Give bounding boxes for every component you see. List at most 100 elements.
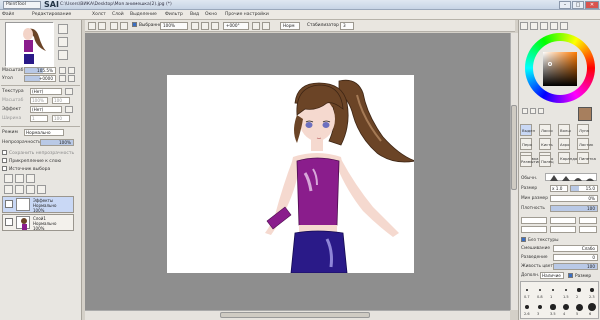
saturation-value-square[interactable] <box>543 52 577 86</box>
brush-size-preset[interactable] <box>590 288 594 292</box>
new-layer-icon[interactable] <box>4 174 13 183</box>
merge-down-icon[interactable] <box>15 185 24 194</box>
detail-select[interactable]: Наличие <box>540 272 564 279</box>
preserve-opacity-checkbox[interactable]: Сохранить непрозрачность <box>2 150 74 156</box>
swap-colors-icon[interactable] <box>522 108 528 114</box>
nav-zoom-out-icon[interactable] <box>58 37 68 47</box>
persistence-slider[interactable]: 100 <box>553 263 598 270</box>
canvas-paper[interactable] <box>167 75 417 274</box>
layer-visibility-icon[interactable] <box>5 200 13 208</box>
selection-source-check-icon[interactable] <box>2 166 7 171</box>
clipping-group-checkbox[interactable]: Прикрепление к слою <box>2 158 61 164</box>
color-picker-cursor[interactable] <box>548 62 552 66</box>
color-wheel-toggle-icon[interactable] <box>520 22 528 30</box>
copy-layer-icon[interactable] <box>4 185 13 194</box>
zoom-out-icon[interactable] <box>191 22 199 30</box>
new-folder-icon[interactable] <box>26 174 35 183</box>
rotate-left-icon[interactable] <box>252 22 260 30</box>
texture-select[interactable]: (Нет) <box>30 88 62 95</box>
rgb-slider-toggle-icon[interactable] <box>530 22 538 30</box>
maximize-button[interactable]: □ <box>572 1 584 9</box>
edge-check-icon[interactable] <box>521 237 526 242</box>
brush-texture-strength-2[interactable] <box>579 226 597 233</box>
vertical-scroll-thumb[interactable] <box>511 105 517 190</box>
brush-size-preset[interactable] <box>563 304 569 310</box>
new-linework-layer-icon[interactable] <box>15 174 24 183</box>
zoom-select[interactable]: 100% <box>160 22 188 30</box>
effect-dropdown-icon[interactable] <box>65 106 73 113</box>
brush-shape-select[interactable] <box>521 217 547 224</box>
brush-size-preset[interactable] <box>524 304 530 310</box>
nav-zoom-minus-icon[interactable] <box>59 67 66 74</box>
brush-size-preset[interactable] <box>577 288 581 292</box>
texture-dropdown-icon[interactable] <box>65 88 73 95</box>
zoom-reset-icon[interactable] <box>211 22 219 30</box>
blending-slider[interactable]: Слабо <box>553 245 598 252</box>
pencil-tool[interactable]: Карандаш <box>558 152 581 164</box>
canvas-drawing[interactable] <box>167 75 417 274</box>
edge-checkbox[interactable]: Без текстуры <box>521 237 559 243</box>
menu-edit[interactable]: Редактирование <box>32 12 71 17</box>
invert-selection-icon[interactable] <box>120 22 128 30</box>
effect-width-field[interactable]: 1 <box>30 115 48 122</box>
swatches-toggle-icon[interactable] <box>550 22 558 30</box>
zoom-tool[interactable]: Лупа <box>577 124 589 136</box>
eraser-tool[interactable]: Ластик <box>577 138 593 150</box>
deselect-icon[interactable] <box>110 22 118 30</box>
nav-zoom-plus-icon[interactable] <box>68 67 75 74</box>
pen-tool[interactable]: Перо <box>520 138 532 150</box>
select-tool[interactable]: Выдел <box>520 124 535 136</box>
pick-color-icon[interactable] <box>538 108 544 114</box>
menu-window[interactable]: Окно <box>205 12 217 17</box>
minimize-button[interactable]: – <box>559 1 571 9</box>
layer-visibility-icon[interactable] <box>5 218 13 226</box>
effect-select[interactable]: (Нет) <box>30 106 62 113</box>
menu-canvas[interactable]: Холст <box>92 12 106 17</box>
menu-view[interactable]: Вид <box>190 12 199 17</box>
brush-size-preset[interactable] <box>539 289 541 291</box>
lasso-tool[interactable]: Лассо <box>539 124 553 136</box>
brush-texture-select-2[interactable] <box>550 226 576 233</box>
selection-source-checkbox[interactable]: Источник выбора <box>2 166 50 172</box>
min-size-slider[interactable]: 0% <box>550 195 598 202</box>
zoom-in-icon[interactable] <box>201 22 209 30</box>
undo-icon[interactable] <box>88 22 96 30</box>
keep-opacity-checkbox[interactable]: Размер <box>568 273 591 279</box>
brush-shape-select-2[interactable] <box>521 226 547 233</box>
nav-reset-icon[interactable] <box>58 50 68 60</box>
brush-size-preset[interactable] <box>551 288 555 292</box>
brush-size-preset[interactable] <box>537 304 543 310</box>
delete-layer-icon[interactable] <box>37 185 46 194</box>
preserve-opacity-check-icon[interactable] <box>2 150 7 155</box>
scratchpad-toggle-icon[interactable] <box>560 22 568 30</box>
brush-tip-shapes[interactable] <box>545 173 597 181</box>
menu-selection[interactable]: Выделение <box>130 12 157 17</box>
nav-zoom-in-icon[interactable] <box>58 24 68 34</box>
brush-size-preset[interactable] <box>526 289 528 291</box>
magic-wand-tool[interactable]: Волш <box>558 124 571 136</box>
brush-size-preset[interactable] <box>588 303 596 311</box>
brush-texture-select[interactable] <box>550 217 576 224</box>
menu-filter[interactable]: Фильтр <box>165 12 183 17</box>
layer-row[interactable]: Слой1 Нормально 100% <box>2 214 74 231</box>
opacity-slider[interactable]: 100% <box>40 139 74 146</box>
stabilizer-select[interactable]: 3 <box>340 22 354 30</box>
airbrush-tool[interactable]: Аэро <box>558 138 570 150</box>
texture-strength-field[interactable]: 100 <box>52 97 70 104</box>
horizontal-scroll-thumb[interactable] <box>220 312 370 318</box>
selection-check-icon[interactable] <box>132 22 137 27</box>
menu-layer[interactable]: Слой <box>112 12 124 17</box>
size-multiplier-select[interactable]: x 1.0 <box>550 185 568 192</box>
close-button[interactable]: ✕ <box>585 1 599 9</box>
layer-row[interactable]: Эффекты Нормально 100% <box>2 196 74 213</box>
keep-opacity-check-icon[interactable] <box>568 273 573 278</box>
nav-angle-slider[interactable]: +0000 <box>24 75 56 82</box>
brush-tool[interactable]: Кисть <box>539 138 553 150</box>
rotate-right-icon[interactable] <box>262 22 270 30</box>
transparent-color-icon[interactable] <box>530 108 536 114</box>
effect-intensity-field[interactable]: 100 <box>52 115 70 122</box>
clear-layer-icon[interactable] <box>26 185 35 194</box>
brush-size-preset[interactable] <box>564 288 568 292</box>
navigator-preview[interactable] <box>5 22 54 67</box>
flip-select[interactable]: Норм <box>280 22 300 30</box>
